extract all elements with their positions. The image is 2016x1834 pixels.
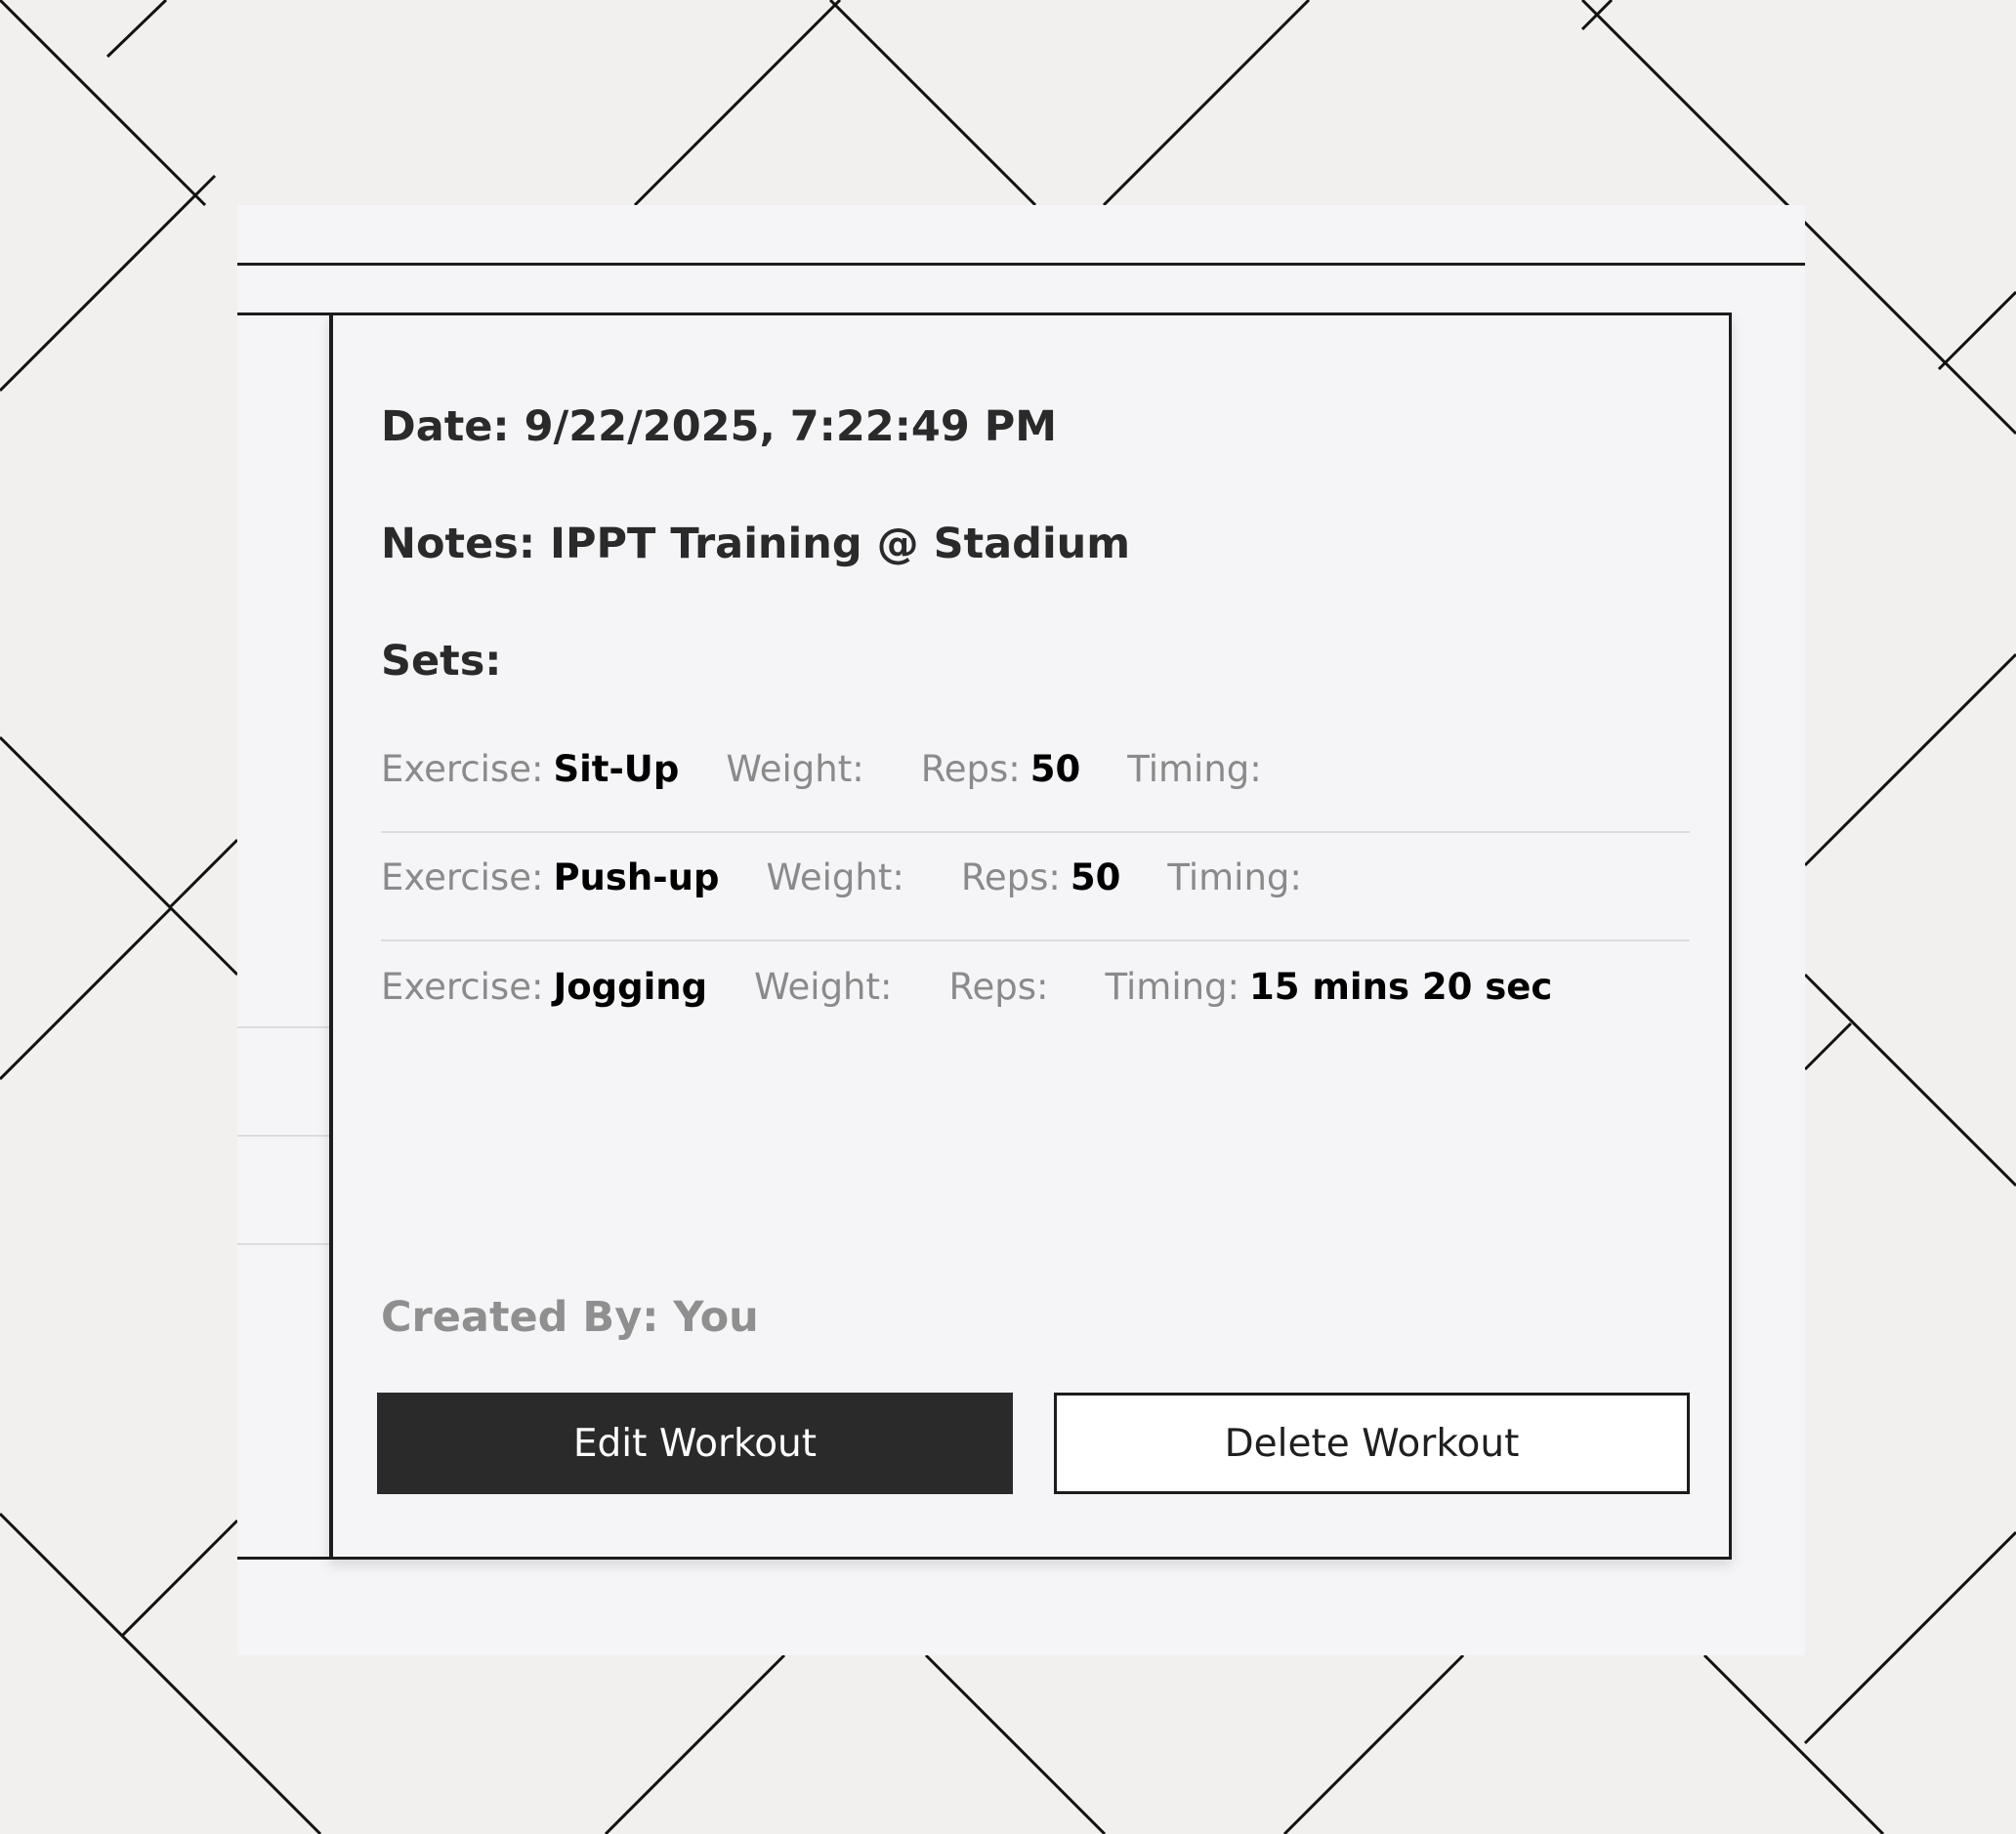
workout-date: Date: 9/22/2025, 7:22:49 PM bbox=[381, 406, 1057, 448]
set-row: Exercise: Push-up Weight: Reps: 50 Timing: bbox=[381, 834, 1690, 941]
header-divider bbox=[237, 263, 1805, 266]
reps-label: Reps: bbox=[948, 965, 1049, 1008]
notes-value: IPPT Training @ Stadium bbox=[550, 520, 1131, 568]
weight-label: Weight: bbox=[726, 747, 864, 790]
timing-field: Timing: bbox=[1167, 856, 1311, 898]
workout-panel: Date: 9/22/2025, 7:22:49 PM Notes: IPPT … bbox=[237, 205, 1805, 1655]
workout-notes: Notes: IPPT Training @ Stadium bbox=[381, 523, 1130, 565]
timing-value: 15 mins 20 sec bbox=[1249, 965, 1553, 1008]
weight-label: Weight: bbox=[766, 855, 904, 898]
exercise-field: Exercise: Sit-Up bbox=[381, 748, 679, 790]
weight-field: Weight: bbox=[754, 966, 902, 1008]
date-label: Date: bbox=[381, 402, 510, 451]
notes-label: Notes: bbox=[381, 520, 536, 568]
reps-label: Reps: bbox=[920, 747, 1021, 790]
reps-field: Reps: bbox=[948, 966, 1058, 1008]
reps-value: 50 bbox=[1029, 747, 1081, 790]
exercise-value: Push-up bbox=[553, 855, 720, 898]
timing-label: Timing: bbox=[1127, 747, 1262, 790]
exercise-value: Jogging bbox=[553, 965, 708, 1008]
workout-detail-card: Date: 9/22/2025, 7:22:49 PM Notes: IPPT … bbox=[329, 313, 1732, 1560]
exercise-field: Exercise: Push-up bbox=[381, 856, 719, 898]
created-by-label: Created By: bbox=[381, 1293, 659, 1342]
reps-label: Reps: bbox=[960, 855, 1061, 898]
reps-field: Reps: 50 bbox=[961, 856, 1121, 898]
reps-field: Reps: 50 bbox=[921, 748, 1081, 790]
timing-label: Timing: bbox=[1167, 855, 1302, 898]
edit-workout-button[interactable]: Edit Workout bbox=[377, 1393, 1013, 1494]
reps-value: 50 bbox=[1070, 855, 1121, 898]
date-value: 9/22/2025, 7:22:49 PM bbox=[524, 402, 1058, 451]
created-by: Created By: You bbox=[381, 1297, 759, 1339]
exercise-label: Exercise: bbox=[381, 965, 544, 1008]
exercise-label: Exercise: bbox=[381, 747, 544, 790]
exercise-value: Sit-Up bbox=[553, 747, 680, 790]
timing-field: Timing: 15 mins 20 sec bbox=[1106, 966, 1553, 1008]
weight-field: Weight: bbox=[726, 748, 873, 790]
timing-label: Timing: bbox=[1105, 965, 1239, 1008]
weight-label: Weight: bbox=[754, 965, 893, 1008]
delete-workout-button[interactable]: Delete Workout bbox=[1054, 1393, 1690, 1494]
sets-heading: Sets: bbox=[381, 637, 502, 686]
timing-field: Timing: bbox=[1127, 748, 1271, 790]
exercise-field: Exercise: Jogging bbox=[381, 966, 707, 1008]
weight-field: Weight: bbox=[766, 856, 913, 898]
exercise-label: Exercise: bbox=[381, 855, 544, 898]
set-row: Exercise: Sit-Up Weight: Reps: 50 Timing: bbox=[381, 726, 1690, 833]
set-row: Exercise: Jogging Weight: Reps: Timing: 15… bbox=[381, 942, 1690, 1050]
created-by-value: You bbox=[673, 1293, 759, 1342]
